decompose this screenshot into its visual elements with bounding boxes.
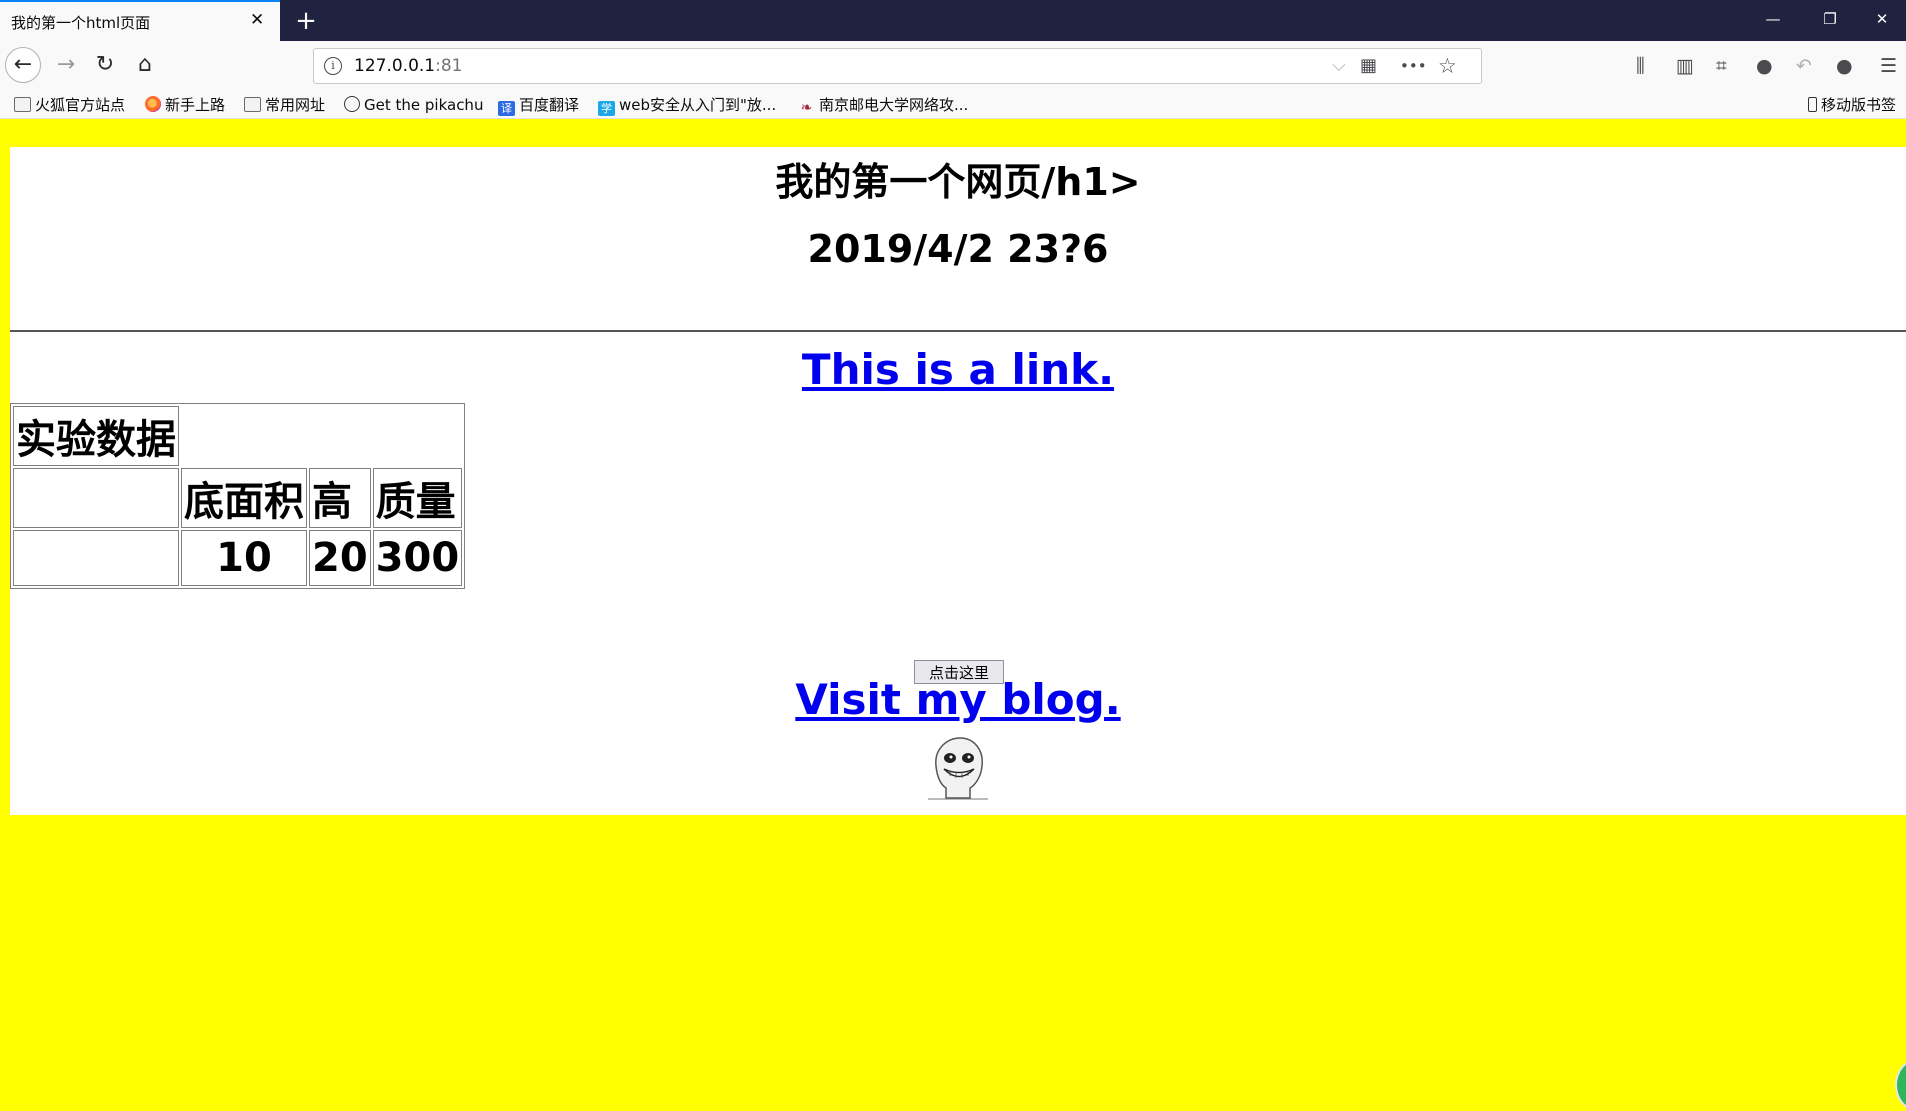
tab-strip: 我的第一个html页面 ✕ + — ❐ ✕ xyxy=(0,0,1906,41)
url-bar[interactable]: i 127.0.0.1:81 ⌵ ▦ ••• ☆ xyxy=(313,48,1482,84)
table-header-cell: 质量 xyxy=(372,468,463,528)
bookmark-item[interactable]: 译百度翻译 xyxy=(498,95,579,116)
undo-icon[interactable]: ↶ xyxy=(1796,55,1812,77)
nav-bar: ← → ↻ ⌂ i 127.0.0.1:81 ⌵ ▦ ••• ☆ ⫼ ▥ ⌗ ●… xyxy=(0,41,1906,91)
menu-icon[interactable]: ☰ xyxy=(1880,55,1897,77)
bookmark-item[interactable]: ❧ 南京邮电大学网络攻... xyxy=(798,95,969,116)
table-caption-cell: 实验数据 xyxy=(13,406,179,466)
page-actions-icon[interactable]: ••• xyxy=(1400,55,1427,77)
mobile-bookmarks[interactable]: 移动版书签 xyxy=(1808,95,1896,115)
back-arrow-icon[interactable]: ← xyxy=(5,47,41,83)
chat-icon[interactable]: ● xyxy=(1756,55,1773,77)
url-text[interactable]: 127.0.0.1:81 xyxy=(354,56,462,76)
info-icon[interactable]: i xyxy=(324,57,342,75)
link-heading: This is a link. xyxy=(10,345,1906,394)
dropdown-icon[interactable]: ⌵ xyxy=(1332,55,1346,77)
horizontal-rule xyxy=(10,330,1906,332)
page-viewport: 我的第一个网页/h1> 2019/4/2 23?6 This is a link… xyxy=(0,119,1906,1111)
bookmark-item[interactable]: Get the pikachu xyxy=(344,95,483,115)
meme-face-image xyxy=(928,737,988,800)
this-is-a-link[interactable]: This is a link. xyxy=(802,345,1114,394)
table-cell: 10 xyxy=(181,530,307,586)
bookmark-item[interactable]: 火狐官方站点 xyxy=(14,95,125,115)
table-header-cell: 底面积 xyxy=(181,468,307,528)
table-row: 10 20 300 xyxy=(13,530,463,586)
bookmark-item[interactable]: 新手上路 xyxy=(145,95,225,115)
table-header-cell: 高 xyxy=(309,468,371,528)
bookmark-item[interactable]: 常用网址 xyxy=(244,95,325,115)
table-cell xyxy=(13,468,179,528)
tab-close-icon[interactable]: ✕ xyxy=(250,12,264,29)
minimize-icon[interactable]: — xyxy=(1753,6,1793,32)
sidebar-icon[interactable]: ▥ xyxy=(1676,55,1694,77)
table-cell: 20 xyxy=(309,530,371,586)
table-cell: 300 xyxy=(372,530,463,586)
page-body: 我的第一个网页/h1> 2019/4/2 23?6 This is a link… xyxy=(10,147,1906,815)
data-table: 实验数据 底面积 高 质量 10 20 300 xyxy=(10,403,466,589)
library-icon[interactable]: ⫼ xyxy=(1636,55,1645,77)
baidu-translate-icon: 译 xyxy=(498,101,515,116)
floating-widget-icon[interactable] xyxy=(1895,1059,1906,1111)
folder-icon xyxy=(244,97,261,112)
reload-icon[interactable]: ↻ xyxy=(88,48,122,82)
profile-icon[interactable]: ● xyxy=(1836,55,1853,77)
date-heading: 2019/4/2 23?6 xyxy=(807,227,1109,271)
qr-code-icon[interactable]: ▦ xyxy=(1360,55,1377,77)
window-close-icon[interactable]: ✕ xyxy=(1862,6,1902,32)
active-tab[interactable]: 我的第一个html页面 ✕ xyxy=(0,0,280,41)
visit-my-blog-link[interactable]: Visit my blog. xyxy=(795,675,1120,724)
study-icon: 学 xyxy=(598,101,615,116)
table-header-row: 底面积 高 质量 xyxy=(13,468,463,528)
mobile-icon xyxy=(1808,97,1817,112)
restore-icon[interactable]: ❐ xyxy=(1810,6,1850,32)
table-cell xyxy=(13,530,179,586)
njupt-icon: ❧ xyxy=(800,100,813,116)
tab-title: 我的第一个html页面 xyxy=(11,14,151,32)
firefox-icon xyxy=(145,96,161,112)
globe-icon xyxy=(344,96,360,112)
home-icon[interactable]: ⌂ xyxy=(128,48,162,82)
new-tab-button[interactable]: + xyxy=(290,5,322,37)
screenshot-icon[interactable]: ⌗ xyxy=(1716,55,1727,77)
page-heading: 我的第一个网页/h1> xyxy=(775,160,1141,204)
bookmark-item[interactable]: 学 web安全从入门到"放... xyxy=(598,95,776,116)
forward-arrow-icon[interactable]: → xyxy=(49,48,83,82)
folder-icon xyxy=(14,97,31,112)
bookmarks-bar: 火狐官方站点 新手上路 常用网址 Get the pikachu 译百度翻译 学… xyxy=(0,91,1906,119)
blog-link-heading: Visit my blog. xyxy=(10,675,1906,724)
bookmark-star-icon[interactable]: ☆ xyxy=(1438,55,1457,77)
